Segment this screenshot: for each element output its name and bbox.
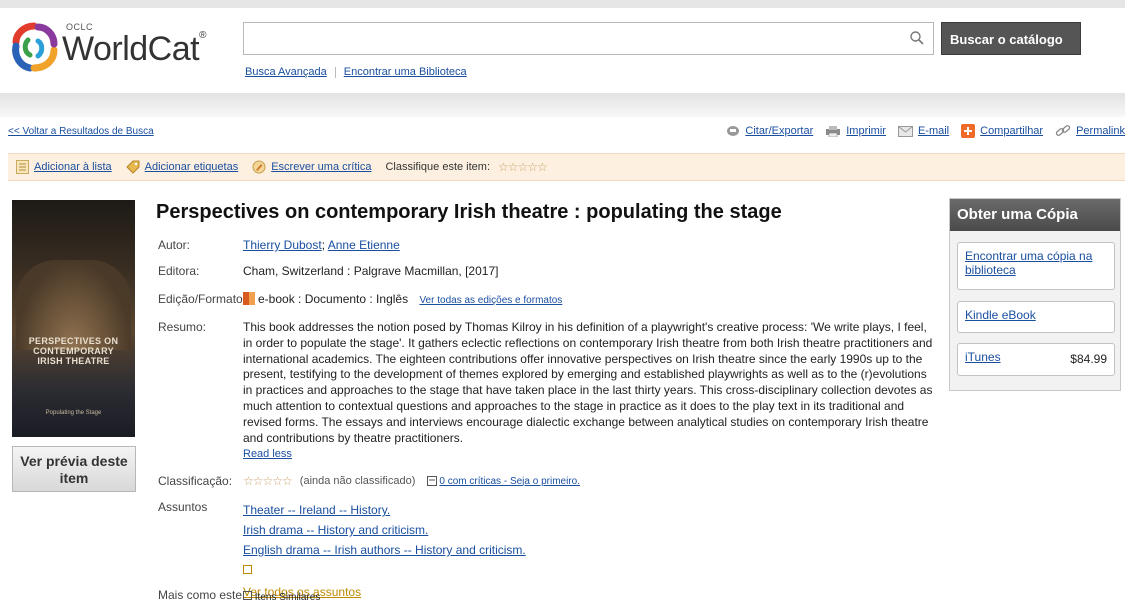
add-tags-link[interactable]: Adicionar etiquetas bbox=[145, 161, 239, 173]
email-action[interactable]: E-mail bbox=[897, 125, 949, 137]
link-divider bbox=[334, 66, 336, 78]
find-copy-option[interactable]: Encontrar uma cópia na biblioteca bbox=[957, 242, 1115, 290]
cover-subtitle: Populating the Stage bbox=[45, 410, 102, 416]
rating-status: (ainda não classificado) bbox=[299, 475, 416, 487]
all-editions-link[interactable]: Ver todas as edições e formatos bbox=[419, 295, 562, 306]
header-divider-band bbox=[0, 93, 1125, 117]
rating-row: ☆☆☆☆☆ (ainda não classificado) 0 com crí… bbox=[243, 474, 580, 488]
get-copy-panel: Obter uma Cópia Encontrar uma cópia na b… bbox=[949, 198, 1121, 391]
print-action[interactable]: Imprimir bbox=[825, 125, 886, 137]
authors-value: Thierry Dubost; Anne Etienne bbox=[243, 238, 400, 252]
printer-icon bbox=[826, 126, 841, 137]
add-tags-tool[interactable]: Adicionar etiquetas bbox=[125, 160, 239, 174]
logo-wordmark: WorldCat® bbox=[62, 30, 206, 68]
rate-item-label: Classifique este item: bbox=[385, 161, 491, 173]
summary-text: This book addresses the notion posed by … bbox=[243, 320, 933, 463]
cite-export-link[interactable]: Citar/Exportar bbox=[745, 125, 813, 137]
preview-item-button[interactable]: Ver prévia deste item bbox=[12, 446, 136, 492]
worldcat-logo[interactable]: OCLC WorldCat® bbox=[8, 20, 218, 80]
more-like-this-label: Mais como este bbox=[158, 588, 243, 602]
cite-icon bbox=[727, 126, 740, 136]
record-title: Perspectives on contemporary Irish theat… bbox=[156, 201, 782, 223]
read-less-link[interactable]: Read less bbox=[243, 447, 933, 463]
rate-item-stars[interactable]: ☆☆☆☆☆ bbox=[498, 160, 548, 174]
author-separator: ; bbox=[321, 238, 326, 252]
print-link[interactable]: Imprimir bbox=[846, 125, 886, 137]
add-to-list-link[interactable]: Adicionar à lista bbox=[34, 161, 112, 173]
subject-link[interactable]: English drama -- Irish authors -- Histor… bbox=[243, 540, 526, 560]
reviews-link[interactable]: 0 com críticas - Seja o primeiro. bbox=[439, 476, 580, 487]
add-to-list-tool[interactable]: Adicionar à lista bbox=[16, 160, 112, 174]
advanced-search-link[interactable]: Busca Avançada bbox=[245, 66, 327, 78]
subjects-icon bbox=[243, 565, 252, 574]
format-value: e-book : Documento : Inglês Ver todas as… bbox=[243, 292, 562, 306]
kindle-option[interactable]: Kindle eBook bbox=[957, 301, 1115, 333]
publisher-label: Editora: bbox=[158, 264, 200, 278]
book-cover-image[interactable]: PERSPECTIVES ON CONTEMPORARY IRISH THEAT… bbox=[12, 200, 135, 437]
summary-label: Resumo: bbox=[158, 320, 207, 334]
similar-items-link[interactable]: Itens Similares bbox=[255, 592, 321, 603]
publisher-value: Cham, Switzerland : Palgrave Macmillan, … bbox=[243, 264, 499, 278]
permalink-link[interactable]: Permalink bbox=[1076, 125, 1125, 137]
format-text: e-book : Documento : Inglês bbox=[258, 292, 409, 306]
subjects-list: Theater -- Ireland -- History. Irish dra… bbox=[243, 500, 526, 602]
similar-items-icon bbox=[243, 591, 252, 600]
permalink-action[interactable]: Permalink bbox=[1055, 124, 1125, 138]
review-pencil-icon bbox=[252, 160, 266, 174]
list-icon bbox=[16, 160, 29, 174]
cover-title-text: PERSPECTIVES ON CONTEMPORARY IRISH THEAT… bbox=[28, 336, 119, 366]
search-input[interactable] bbox=[243, 22, 934, 55]
write-review-tool[interactable]: Escrever uma crítica bbox=[252, 160, 371, 174]
itunes-price: $84.99 bbox=[1070, 352, 1107, 366]
edition-format-label: Edição/Formato bbox=[158, 292, 243, 306]
search-button[interactable]: Buscar o catálogo em bbox=[941, 22, 1081, 80]
rating-stars[interactable]: ☆☆☆☆☆ bbox=[243, 474, 293, 488]
find-copy-link[interactable]: Encontrar uma cópia na biblioteca bbox=[965, 249, 1092, 277]
subject-link[interactable]: Theater -- Ireland -- History. bbox=[243, 500, 526, 520]
tag-icon bbox=[125, 160, 140, 174]
review-icon bbox=[427, 476, 438, 486]
summary-body: This book addresses the notion posed by … bbox=[243, 320, 933, 445]
itunes-option[interactable]: iTunes $84.99 bbox=[957, 343, 1115, 376]
top-strip bbox=[0, 0, 1125, 8]
rating-label: Classificação: bbox=[158, 474, 233, 488]
author-link[interactable]: Thierry Dubost bbox=[243, 238, 322, 252]
ebook-icon bbox=[243, 292, 255, 305]
subject-link[interactable]: Irish drama -- History and criticism. bbox=[243, 520, 526, 540]
envelope-icon bbox=[897, 125, 913, 137]
header-links: Busca Avançada Encontrar uma Biblioteca bbox=[245, 66, 467, 78]
cite-export-action[interactable]: Citar/Exportar bbox=[726, 125, 813, 137]
email-link[interactable]: E-mail bbox=[918, 125, 949, 137]
find-library-link[interactable]: Encontrar uma Biblioteca bbox=[344, 66, 467, 78]
kindle-link[interactable]: Kindle eBook bbox=[965, 308, 1036, 322]
worldcat-logo-icon bbox=[12, 22, 58, 72]
get-copy-title: Obter uma Cópia bbox=[950, 199, 1120, 231]
author-label: Autor: bbox=[158, 238, 191, 252]
write-review-link[interactable]: Escrever uma crítica bbox=[271, 161, 371, 173]
search-icon[interactable] bbox=[909, 30, 925, 46]
itunes-link[interactable]: iTunes bbox=[965, 350, 1001, 364]
item-toolbar: Adicionar à lista Adicionar etiquetas Es… bbox=[8, 153, 1125, 181]
similar-items: Itens Similares bbox=[243, 591, 320, 603]
back-to-results-link[interactable]: << Voltar a Resultados de Busca bbox=[8, 126, 154, 137]
chain-link-icon bbox=[1055, 125, 1071, 136]
share-action[interactable]: Compartilhar bbox=[961, 124, 1043, 138]
share-plus-icon bbox=[961, 124, 976, 138]
record-actions: Citar/Exportar Imprimir E-mail Compartil… bbox=[714, 124, 1125, 138]
subjects-label: Assuntos bbox=[158, 500, 208, 514]
author-link[interactable]: Anne Etienne bbox=[328, 238, 400, 252]
share-link[interactable]: Compartilhar bbox=[980, 125, 1043, 137]
